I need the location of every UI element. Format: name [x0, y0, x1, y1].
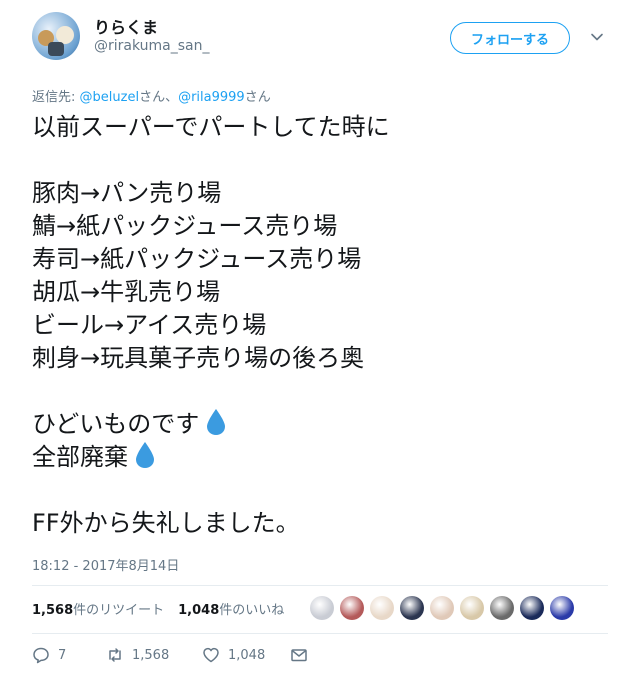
reply-context: 返信先: @beluzelさん、@rila9999さん	[32, 86, 271, 105]
reply-prefix: 返信先:	[32, 90, 80, 105]
mention-link-1[interactable]: @beluzel	[80, 90, 140, 105]
direct-message-button[interactable]	[290, 646, 316, 664]
reply-icon	[33, 647, 49, 664]
liker-avatar[interactable]	[520, 596, 544, 620]
divider	[32, 585, 608, 586]
liker-avatar[interactable]	[310, 596, 334, 620]
envelope-icon	[291, 649, 307, 662]
droplet-icon	[136, 442, 154, 468]
tweet-actions: 7 1,568 1,048	[32, 646, 316, 664]
liker-avatar[interactable]	[340, 596, 364, 620]
tweet-stats: 1,568件のリツイート 1,048件のいいね	[32, 599, 298, 618]
retweet-icon	[109, 648, 121, 662]
liker-avatar[interactable]	[490, 596, 514, 620]
retweets-count: 1,568	[32, 603, 74, 618]
likes-label: 件のいいね	[219, 603, 285, 618]
like-button[interactable]: 1,048	[202, 646, 290, 664]
tweet-line-text: 全部廃棄	[32, 443, 128, 471]
tweet-line: 寿司→紙パックジュース売り場	[32, 245, 362, 273]
heart-icon	[203, 647, 219, 663]
tweet-text: 以前スーパーでパートしてた時に 豚肉→パン売り場 鯖→紙パックジュース売り場 寿…	[32, 111, 612, 540]
liker-avatar[interactable]	[400, 596, 424, 620]
liker-avatars	[310, 596, 580, 620]
tweet-line	[32, 144, 612, 177]
reply-count: 7	[58, 647, 67, 663]
mention-link-2[interactable]: @rila9999	[178, 90, 245, 105]
tweet-line-with-emoji: ひどいものです	[32, 408, 612, 441]
tweet-line-with-emoji: 全部廃棄	[32, 441, 612, 474]
tweet-line: ビール→アイス売り場	[32, 311, 267, 339]
like-stat[interactable]: 1,048件のいいね	[178, 599, 284, 618]
likes-count: 1,048	[178, 603, 220, 618]
liker-avatar[interactable]	[430, 596, 454, 620]
divider	[32, 633, 608, 634]
tweet-line: 鯖→紙パックジュース売り場	[32, 212, 338, 240]
chevron-down-icon[interactable]	[590, 30, 604, 44]
liker-avatar[interactable]	[460, 596, 484, 620]
like-count: 1,048	[228, 647, 266, 663]
display-name[interactable]: りらくま	[94, 14, 158, 38]
retweet-stat[interactable]: 1,568件のリツイート	[32, 599, 164, 618]
avatar-item	[48, 42, 64, 56]
liker-avatar[interactable]	[550, 596, 574, 620]
retweet-count: 1,568	[132, 647, 170, 663]
tweet-timestamp[interactable]: 18:12 - 2017年8月14日	[32, 555, 179, 574]
tweet-line: FF外から失礼しました。	[32, 509, 300, 537]
reply-sep: さん、	[139, 90, 179, 105]
reply-suffix: さん	[244, 90, 271, 105]
follow-button[interactable]: フォローする	[450, 22, 570, 54]
droplet-icon	[207, 409, 226, 435]
tweet-line: 胡瓜→牛乳売り場	[32, 278, 221, 306]
user-handle[interactable]: @rirakuma_san_	[94, 38, 210, 54]
tweet-line	[32, 375, 612, 408]
liker-avatar[interactable]	[370, 596, 394, 620]
reply-button[interactable]: 7	[32, 646, 106, 664]
retweets-label: 件のリツイート	[73, 603, 165, 618]
tweet-line	[32, 474, 612, 507]
user-avatar[interactable]	[32, 12, 80, 60]
tweet-line: 刺身→玩具菓子売り場の後ろ奥	[32, 344, 365, 372]
retweet-button[interactable]: 1,568	[106, 646, 202, 664]
tweet-line: 豚肉→パン売り場	[32, 179, 222, 207]
tweet-line: 以前スーパーでパートしてた時に	[32, 113, 390, 141]
tweet-line-text: ひどいものです	[32, 410, 200, 438]
